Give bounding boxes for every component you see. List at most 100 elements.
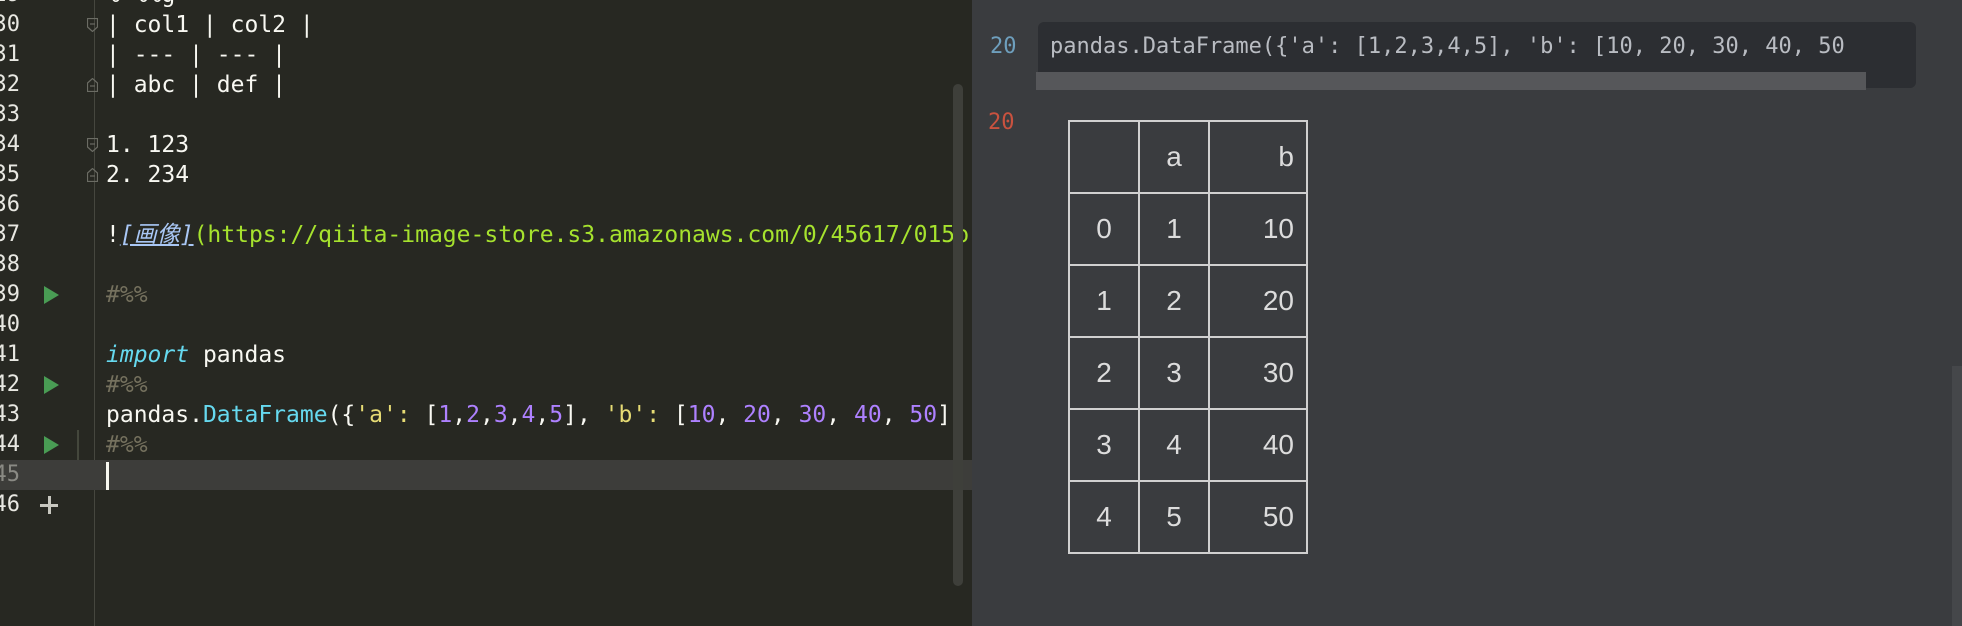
preview-vertical-scrollbar[interactable] [1952, 366, 1962, 626]
dataframe-index-cell: 3 [1068, 408, 1140, 482]
code-line-content: ![画像](https://qiita-image-store.s3.amazo… [106, 220, 969, 250]
add-cell-plus-icon[interactable] [38, 494, 60, 516]
ide-window: 29% %%g30| col1 | col2 |31| --- | --- |3… [0, 0, 1962, 626]
run-cell-play-icon[interactable] [44, 436, 59, 454]
code-token: ], [563, 402, 605, 428]
run-cell-play-icon[interactable] [44, 286, 59, 304]
code-editor[interactable]: 29% %%g30| col1 | col2 |31| --- | --- |3… [0, 0, 972, 626]
dataframe-row: 1 2 20 [1068, 264, 1308, 338]
code-token: , [507, 402, 522, 428]
code-token[interactable]: [画像] [120, 222, 194, 248]
code-token: : [646, 402, 674, 428]
code-token: import [106, 342, 190, 368]
line-number: 36 [0, 192, 20, 217]
dataframe-row: 4 5 50 [1068, 480, 1308, 554]
code-line-content: import pandas [106, 340, 286, 370]
editor-line: 45 [0, 460, 972, 490]
text-cursor [106, 461, 109, 490]
editor-line: 36 [0, 190, 972, 220]
editor-line: 41 import pandas [0, 340, 972, 370]
code-line-content: | abc | def | [106, 70, 286, 100]
line-number: 35 [0, 162, 20, 187]
code-token: ({ [327, 402, 356, 428]
code-token: 2. 234 [106, 162, 190, 188]
code-token: 4 [521, 402, 536, 428]
code-line-content: | --- | --- | [106, 40, 286, 70]
code-token: : [396, 402, 425, 428]
code-token: [ [673, 402, 688, 428]
line-number: 44 [0, 432, 20, 457]
dataframe-row: 2 3 30 [1068, 336, 1308, 410]
code-line-content: 2. 234 [106, 160, 189, 190]
code-token: 3 [493, 402, 508, 428]
line-number: 38 [0, 252, 20, 277]
editor-line: 35 2. 234 [0, 160, 972, 190]
line-number: 33 [0, 102, 20, 127]
code-token: | abc | def | [106, 72, 287, 98]
code-token: | --- | --- | [106, 42, 287, 68]
code-token: pandas [189, 342, 287, 368]
line-number: 37 [0, 222, 20, 247]
line-number: 45 [0, 462, 20, 487]
dataframe-row: 0 1 10 [1068, 192, 1308, 266]
dataframe-cell: 5 [1138, 480, 1210, 554]
editor-line: 44 #%% [0, 430, 972, 460]
line-number: 43 [0, 402, 20, 427]
fold-marker-icon[interactable] [87, 138, 98, 152]
code-token: , [715, 402, 744, 428]
dataframe-row: 3 4 40 [1068, 408, 1308, 482]
code-token: 2 [466, 402, 480, 428]
code-token: % %%g [106, 0, 175, 8]
dataframe-index-header [1068, 120, 1140, 194]
input-cell-code: pandas.DataFrame({'a': [1,2,3,4,5], 'b':… [1050, 34, 1845, 59]
code-token: pandas. [106, 402, 203, 428]
code-token: ! [106, 222, 120, 248]
code-line-content: 1. 123 [106, 130, 189, 160]
editor-line: 46 [0, 490, 972, 520]
code-token: , [452, 402, 467, 428]
code-token: , [479, 402, 494, 428]
code-token: 1. 123 [106, 132, 190, 158]
dataframe-header-row: a b [1068, 120, 1308, 194]
dataframe-table: a b 0 1 10 1 2 20 2 3 30 3 4 40 4 5 50 [1068, 120, 1308, 554]
run-cell-play-icon[interactable] [44, 376, 59, 394]
dataframe-cell: 2 [1138, 264, 1210, 338]
code-token: 1 [438, 402, 453, 428]
editor-line: 37 ![画像](https://qiita-image-store.s3.ama… [0, 220, 972, 250]
editor-line: 31 | --- | --- | [0, 40, 972, 70]
dataframe-cell: 4 [1138, 408, 1210, 482]
fold-marker-icon[interactable] [87, 168, 98, 182]
dataframe-cell: 3 [1138, 336, 1210, 410]
code-token: 'b' [604, 402, 647, 428]
code-token: [ [424, 402, 439, 428]
dataframe-column-header: a [1138, 120, 1210, 194]
code-token: , [535, 402, 550, 428]
editor-line: 30 | col1 | col2 | [0, 10, 972, 40]
code-token: 40 [853, 402, 882, 428]
code-line-content: pandas.DataFrame({'a': [1,2,3,4,5], 'b':… [106, 400, 965, 430]
fold-marker-icon[interactable] [87, 78, 98, 92]
code-line-content: #%% [106, 370, 148, 400]
line-number: 39 [0, 282, 20, 307]
line-number: 40 [0, 312, 20, 337]
dataframe-cell: 1 [1138, 192, 1210, 266]
dataframe-index-cell: 2 [1068, 336, 1140, 410]
line-number: 29 [0, 0, 20, 10]
code-token: #%% [106, 282, 148, 308]
output-cell-number: 20 [988, 110, 1015, 135]
code-token: 30 [798, 402, 827, 428]
editor-line: 38 [0, 250, 972, 280]
code-token: | col1 | col2 | [106, 12, 314, 38]
dataframe-index-cell: 0 [1068, 192, 1140, 266]
code-token: 'a' [355, 402, 397, 428]
code-horizontal-scrollbar[interactable] [1036, 72, 1866, 90]
editor-vertical-scrollbar[interactable] [953, 84, 963, 586]
code-token: 50 [909, 402, 938, 428]
code-line-content: % %%g [106, 0, 175, 10]
fold-marker-icon[interactable] [87, 18, 98, 32]
dataframe-cell: 30 [1208, 336, 1308, 410]
line-number: 34 [0, 132, 20, 157]
code-token: 5 [549, 402, 564, 428]
line-number: 31 [0, 42, 20, 67]
line-number: 46 [0, 492, 20, 517]
